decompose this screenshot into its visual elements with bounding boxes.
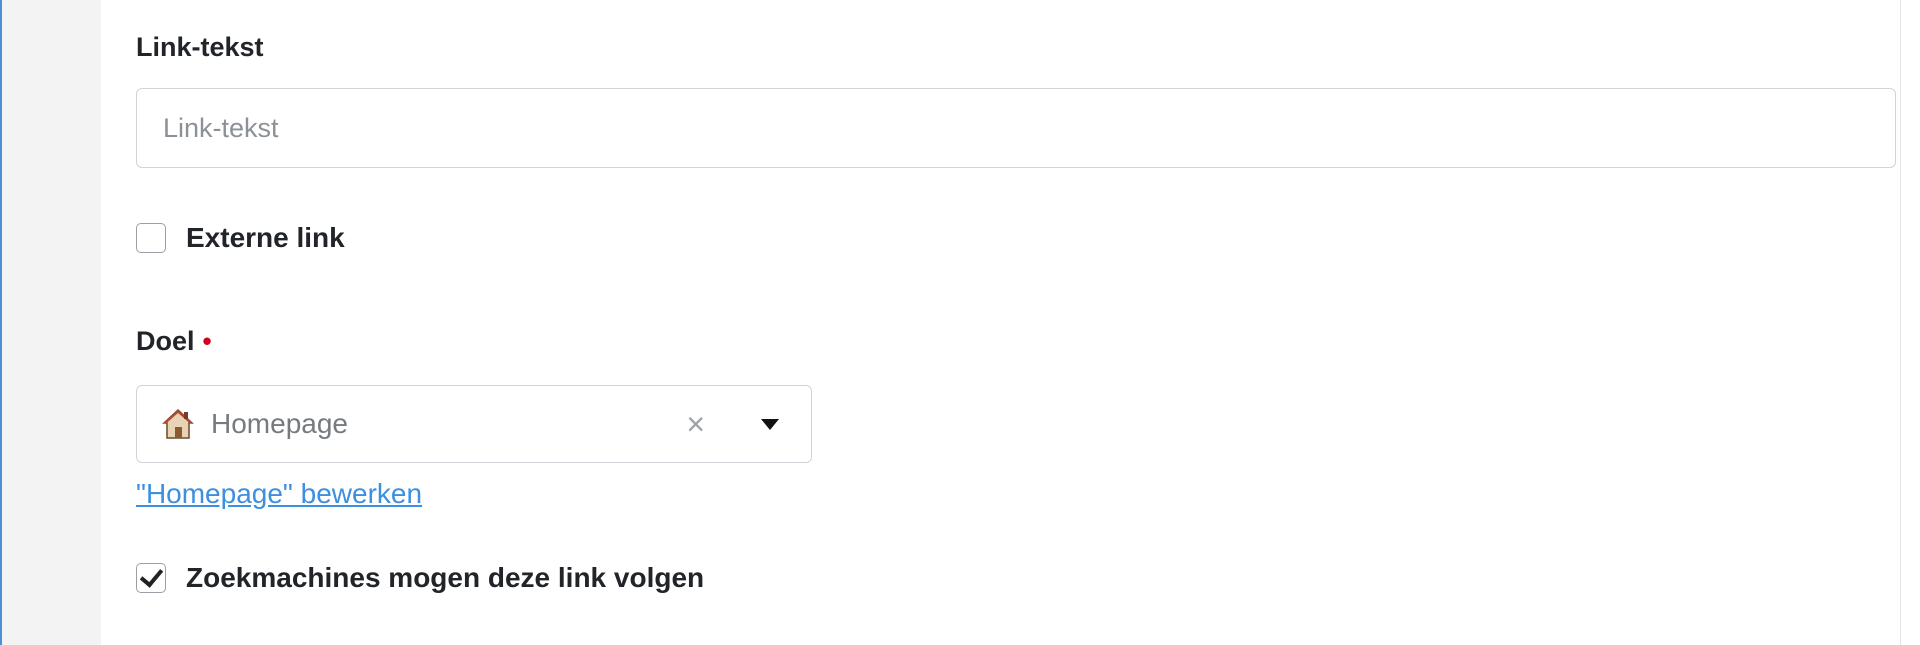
- target-select[interactable]: Homepage ×: [136, 385, 812, 463]
- target-label-row: Doel •: [136, 326, 212, 357]
- follow-links-label: Zoekmachines mogen deze link volgen: [186, 562, 705, 593]
- external-link-checkbox[interactable]: [136, 223, 166, 253]
- left-sidebar-strip: [0, 0, 101, 645]
- edit-homepage-link[interactable]: "Homepage" bewerken: [136, 478, 422, 510]
- caret-down-icon[interactable]: [761, 418, 779, 430]
- external-link-row: Externe link: [136, 222, 345, 254]
- external-link-label: Externe link: [186, 222, 345, 253]
- link-text-input[interactable]: [136, 88, 1896, 168]
- clear-icon[interactable]: ×: [686, 408, 705, 440]
- link-form: Link-tekst Externe link Doel• Homepage ×…: [136, 0, 1896, 645]
- scrollbar-track[interactable]: [1900, 0, 1920, 645]
- follow-links-row: Zoekmachines mogen deze link volgen: [136, 562, 704, 594]
- required-indicator: •: [202, 326, 212, 356]
- follow-links-checkbox[interactable]: [136, 563, 166, 593]
- target-selected-value: Homepage: [211, 408, 348, 439]
- house-icon: [161, 407, 195, 441]
- target-label: Doel: [136, 326, 195, 356]
- link-text-label: Link-tekst: [136, 32, 264, 62]
